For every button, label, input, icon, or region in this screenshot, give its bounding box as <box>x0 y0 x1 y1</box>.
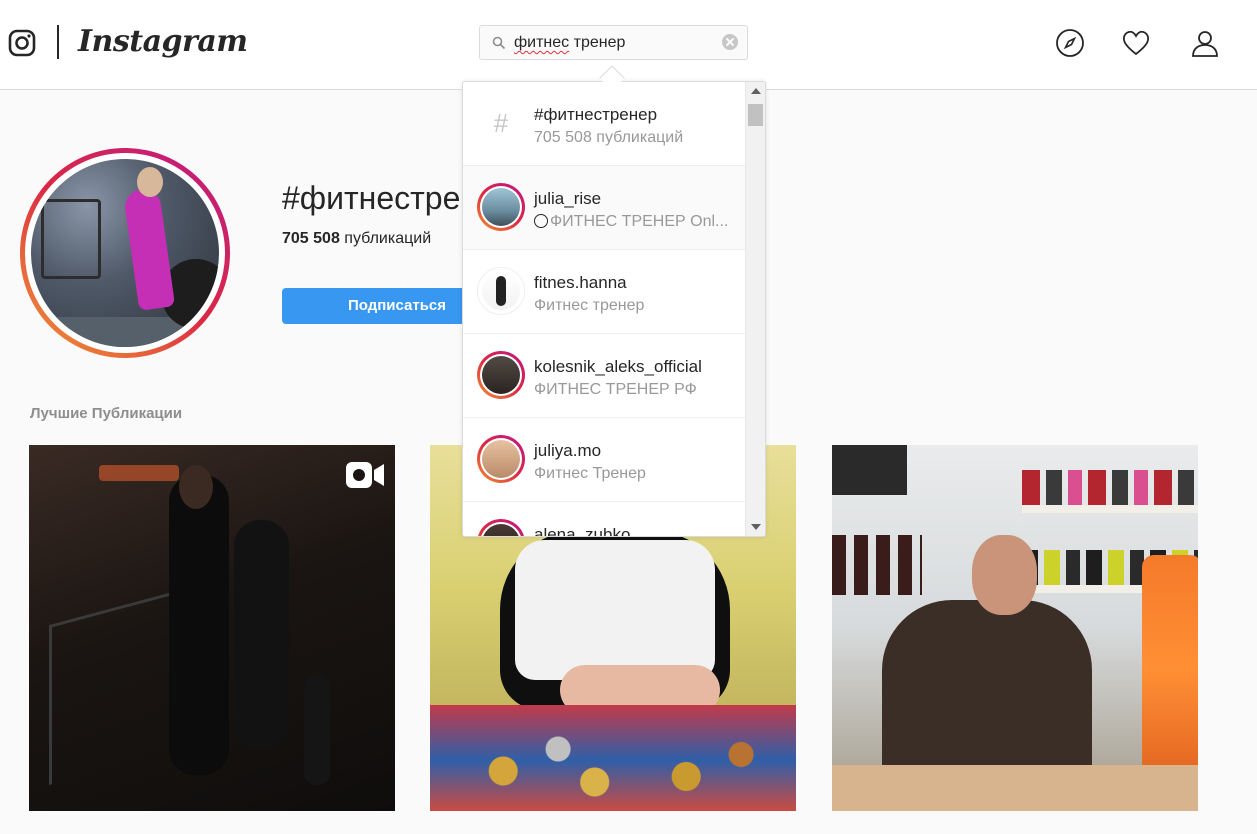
result-name: julia_rise <box>534 189 602 208</box>
search-result-user[interactable]: julia_rise ФИТНЕС ТРЕНЕР Onl... <box>463 166 746 250</box>
result-name: juliya.mo <box>534 441 602 460</box>
user-avatar <box>477 351 525 399</box>
search-result-user[interactable]: fitnes.hanna Фитнес тренер <box>463 250 746 334</box>
hashtag-icon: # <box>493 108 509 138</box>
scroll-down-arrow-icon[interactable] <box>751 524 761 530</box>
follow-button[interactable]: Подписаться <box>282 288 472 324</box>
post-thumbnail[interactable] <box>832 445 1198 811</box>
post-count-number: 705 508 <box>282 230 340 247</box>
post-thumbnail[interactable] <box>29 445 395 811</box>
scroll-up-arrow-icon[interactable] <box>751 88 761 94</box>
top-posts-title: Лучшие Публикации <box>30 405 183 422</box>
clear-search-icon[interactable] <box>722 34 738 50</box>
result-subtitle-text: ФИТНЕС ТРЕНЕР Onl... <box>550 213 729 230</box>
search-value-rest: тренер <box>569 34 626 51</box>
profile-icon[interactable] <box>1190 28 1220 58</box>
result-subtitle: 705 508 публикаций <box>534 129 684 146</box>
result-subtitle: Фитнес Тренер <box>534 465 646 482</box>
user-avatar <box>477 267 525 315</box>
search-icon <box>492 36 506 50</box>
search-input[interactable]: фитнес тренер <box>479 25 748 60</box>
heart-icon[interactable] <box>1121 28 1151 58</box>
result-name: alena_zubko <box>534 525 631 537</box>
hashtag-post-count: 705 508 публикаций <box>282 228 431 250</box>
top-navigation-bar: Instagram фитнес тренер <box>0 0 1257 90</box>
search-result-hashtag[interactable]: # #фитнестренер 705 508 публикаций <box>463 82 746 166</box>
result-name: #фитнестренер <box>534 105 658 124</box>
dropdown-scrollbar[interactable] <box>745 82 765 536</box>
search-result-user[interactable]: juliya.mo Фитнес Тренер <box>463 418 746 502</box>
search-value-misspelled-word: фитнес <box>514 34 570 51</box>
explore-compass-icon[interactable] <box>1055 28 1085 58</box>
user-avatar <box>477 183 525 231</box>
user-avatar <box>477 435 525 483</box>
hashtag-avatar-photo <box>31 159 219 347</box>
logo-divider <box>57 25 59 59</box>
search-results-dropdown: # #фитнестренер 705 508 публикаций julia… <box>462 81 766 537</box>
scrollbar-thumb[interactable] <box>748 104 763 126</box>
post-count-label: публикаций <box>339 230 432 247</box>
instagram-glyph-icon[interactable] <box>8 29 36 57</box>
instagram-wordmark[interactable]: Instagram <box>78 22 248 62</box>
circle-emoji-icon <box>534 214 548 228</box>
search-input-value: фитнес тренер <box>514 26 625 59</box>
user-avatar <box>477 519 525 536</box>
result-subtitle: ФИТНЕС ТРЕНЕР РФ <box>534 381 697 398</box>
hashtag-title: #фитнестре <box>282 180 461 216</box>
search-result-user[interactable]: kolesnik_aleks_official ФИТНЕС ТРЕНЕР РФ <box>463 334 746 418</box>
result-subtitle: Фитнес тренер <box>534 297 645 314</box>
search-result-user[interactable]: alena_zubko <box>463 502 746 537</box>
video-icon <box>346 462 384 488</box>
result-name: fitnes.hanna <box>534 273 627 292</box>
result-subtitle: ФИТНЕС ТРЕНЕР Onl... <box>534 212 728 232</box>
hashtag-avatar <box>20 148 230 358</box>
result-name: kolesnik_aleks_official <box>534 357 702 376</box>
